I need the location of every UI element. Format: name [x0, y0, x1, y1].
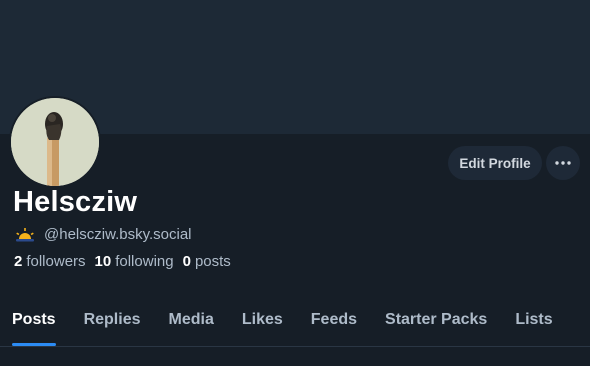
sunrise-icon	[14, 227, 36, 243]
posts-label: posts	[194, 253, 231, 270]
tab-starter-packs[interactable]: Starter Packs	[385, 300, 487, 346]
tab-replies[interactable]: Replies	[84, 300, 141, 346]
display-name: Helscziw	[13, 186, 138, 218]
following-link[interactable]: 10 following	[95, 253, 174, 270]
handle-row: @helscziw.bsky.social	[14, 226, 192, 243]
followers-count: 2	[14, 253, 23, 270]
tab-label: Lists	[515, 311, 553, 328]
tab-label: Likes	[241, 311, 283, 328]
following-count: 10	[94, 253, 112, 270]
tab-likes[interactable]: Likes	[242, 300, 283, 346]
more-options-button[interactable]	[546, 146, 580, 180]
profile-tabs: Posts Replies Media Likes Feeds Starter …	[0, 300, 590, 346]
tab-label: Starter Packs	[385, 311, 488, 328]
tab-label: Replies	[83, 311, 141, 328]
following-label: following	[115, 253, 174, 270]
posts-count: 0	[182, 253, 191, 270]
followers-label: followers	[26, 253, 86, 270]
tab-lists[interactable]: Lists	[515, 300, 552, 346]
avatar[interactable]	[9, 96, 101, 188]
tab-label: Feeds	[310, 311, 358, 328]
posts-stat: 0 posts	[183, 253, 231, 270]
tab-label: Posts	[12, 311, 56, 328]
handle-text[interactable]: @helscziw.bsky.social	[44, 226, 192, 243]
tab-feeds[interactable]: Feeds	[311, 300, 357, 346]
followers-link[interactable]: 2 followers	[14, 253, 86, 270]
tab-posts[interactable]: Posts	[12, 300, 56, 346]
edit-profile-button[interactable]: Edit Profile	[448, 146, 542, 180]
tabs-divider	[0, 346, 590, 347]
tab-label: Media	[168, 311, 214, 328]
profile-stats: 2 followers 10 following 0 posts	[14, 253, 240, 270]
avatar-image	[11, 98, 99, 186]
tab-media[interactable]: Media	[169, 300, 214, 346]
ellipsis-icon	[555, 161, 571, 165]
